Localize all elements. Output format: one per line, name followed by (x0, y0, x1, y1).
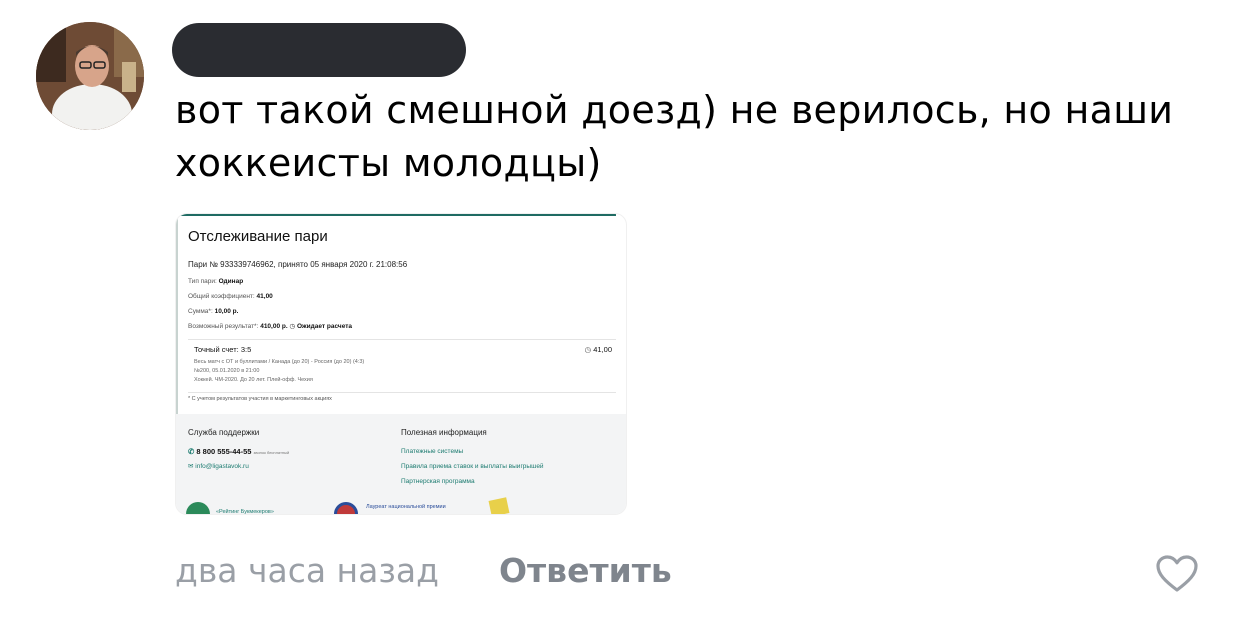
attachment-footer: Служба поддержки ✆ 8 800 555-44-55 звоно… (176, 414, 626, 515)
clock-icon: ◷ (289, 323, 296, 330)
avatar[interactable] (36, 22, 144, 130)
bet-type-value: Одинар (218, 278, 244, 285)
sum-label: Сумма*: (188, 308, 213, 315)
event-line-2: №200, 05.01.2020 в 21:00 (194, 368, 260, 374)
support-title: Служба поддержки (188, 428, 260, 437)
sum-value: 10,00 р. (214, 308, 239, 315)
coef-row: Общий коэффициент: 41,00 (188, 293, 273, 300)
phone-icon: ✆ (188, 447, 195, 456)
rating-logo-icon (186, 502, 210, 514)
heart-outline-icon (1156, 555, 1198, 592)
sum-row: Сумма*: 10,00 р. (188, 308, 238, 315)
attachment-top-border (176, 214, 616, 216)
rating-text: «Рейтинг Букмекеров» (216, 509, 274, 515)
info-link-rules: Правила приема ставок и выплаты выигрыше… (401, 463, 544, 470)
phone-note: звонок бесплатный (253, 450, 290, 455)
mail-icon: ✉ (188, 463, 194, 470)
support-phone: ✆ 8 800 555-44-55 звонок бесплатный (188, 447, 289, 456)
bet-event-box: Точный счет: 3:5 ◷ 41,00 Весь матч с ОТ … (188, 339, 616, 393)
info-title: Полезная информация (401, 428, 487, 437)
comment-timestamp: два часа назад (175, 551, 439, 590)
info-link-payment: Платежные системы (401, 448, 464, 455)
footnote: * С учетом результатов участия в маркети… (188, 396, 332, 402)
bet-number-line: Пари № 933339746962, принято 05 января 2… (188, 260, 408, 269)
event-line-1: Весь матч с ОТ и буллитами / Канада (до … (194, 359, 365, 365)
result-row: Возможный результат*: 410,00 р. ◷ Ожидае… (188, 322, 352, 330)
result-value: 410,00 р. (260, 323, 288, 330)
clock-icon: ◷ (584, 345, 592, 354)
reply-button[interactable]: Ответить (499, 551, 672, 590)
laureate-text: Лауреат национальной премии (366, 504, 446, 510)
event-odds: ◷ 41,00 (585, 345, 612, 354)
result-label: Возможный результат*: (188, 323, 259, 330)
event-odds-value: 41,00 (593, 345, 612, 354)
email-text: info@ligastavok.ru (195, 463, 249, 470)
event-title: Точный счет: 3:5 (194, 345, 252, 354)
coef-value: 41,00 (256, 293, 273, 300)
comment-text: вот такой смешной доезд) не верилось, но… (175, 88, 1174, 185)
attachment-left-border (176, 214, 178, 414)
info-link-partner: Партнерская программа (401, 478, 475, 485)
like-button[interactable] (1155, 554, 1199, 594)
trophy-logo-icon (488, 497, 510, 514)
status-text: Ожидает расчета (296, 323, 353, 330)
support-email: ✉ info@ligastavok.ru (188, 462, 249, 470)
bet-type-row: Тип пари: Одинар (188, 278, 243, 285)
redacted-author-name (172, 23, 466, 77)
avatar-photo (36, 22, 144, 130)
attached-screenshot[interactable]: Отслеживание пари Пари № 933339746962, п… (175, 213, 627, 515)
bet-type-label: Тип пари: (188, 278, 217, 285)
award-logo-icon (334, 502, 358, 514)
phone-number: 8 800 555-44-55 (196, 447, 252, 456)
bet-tracking-title: Отслеживание пари (188, 228, 328, 245)
coef-label: Общий коэффициент: (188, 293, 255, 300)
event-line-3: Хоккей. ЧМ-2020. До 20 лет. Плей-офф. Че… (194, 377, 313, 383)
